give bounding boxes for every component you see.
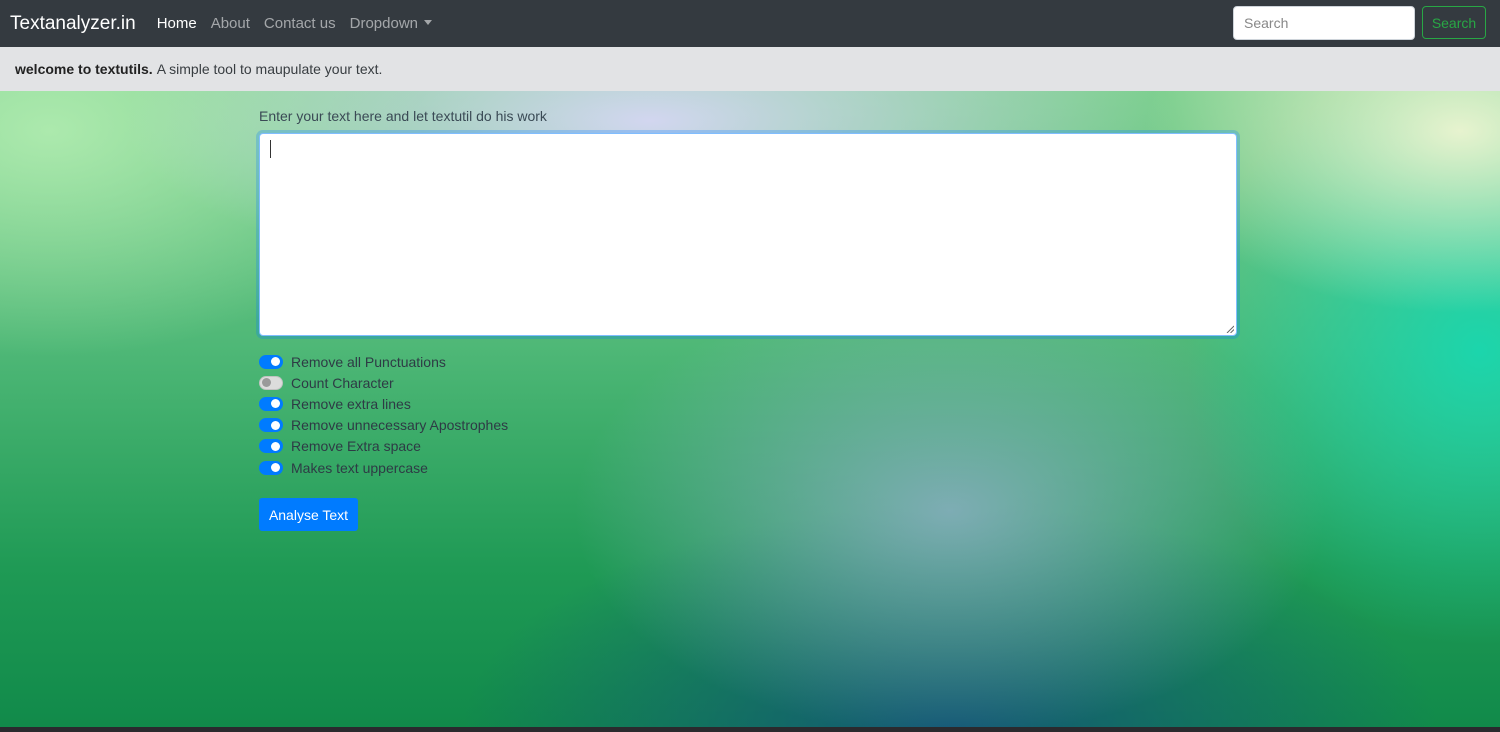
switch-label: Makes text uppercase: [291, 459, 428, 476]
switch-label: Remove all Punctuations: [291, 353, 446, 370]
text-cursor: [270, 140, 271, 158]
switch-count-character[interactable]: Count Character: [259, 372, 508, 393]
taskbar-strip: [0, 727, 1500, 732]
brand-link[interactable]: Textanalyzer.in: [10, 13, 136, 35]
resize-grip-icon[interactable]: [1226, 325, 1234, 333]
nav-link-contact[interactable]: Contact us: [264, 15, 336, 32]
switch-remove-extra-lines[interactable]: Remove extra lines: [259, 393, 508, 414]
text-input-area[interactable]: [259, 133, 1237, 336]
toggle-icon[interactable]: [259, 439, 283, 454]
analyse-text-button[interactable]: Analyse Text: [259, 498, 358, 531]
switch-uppercase[interactable]: Makes text uppercase: [259, 457, 508, 478]
switch-remove-punctuations[interactable]: Remove all Punctuations: [259, 351, 508, 372]
toggle-icon[interactable]: [259, 354, 283, 369]
caret-down-icon: [424, 20, 432, 25]
option-switches: Remove all Punctuations Count Character …: [259, 351, 508, 478]
switch-label: Remove extra lines: [291, 395, 411, 412]
search-button[interactable]: Search: [1422, 6, 1486, 39]
nav-dropdown-toggle[interactable]: Dropdown: [350, 15, 432, 32]
textarea-label: Enter your text here and let textutil do…: [259, 108, 547, 124]
switch-remove-extra-space[interactable]: Remove Extra space: [259, 436, 508, 457]
navbar: Textanalyzer.in Home About Contact us Dr…: [0, 0, 1500, 47]
nav-dropdown-label: Dropdown: [349, 15, 418, 32]
alert-strong-text: welcome to textutils.: [15, 61, 153, 77]
nav-link-about[interactable]: About: [211, 15, 250, 32]
switch-label: Count Character: [291, 374, 394, 391]
welcome-alert: welcome to textutils. A simple tool to m…: [0, 47, 1500, 91]
toggle-icon[interactable]: [259, 460, 283, 475]
alert-text: A simple tool to maupulate your text.: [156, 61, 383, 77]
toggle-icon[interactable]: [259, 418, 283, 433]
nav-link-home[interactable]: Home: [157, 15, 197, 32]
switch-label: Remove Extra space: [291, 438, 421, 455]
search-input[interactable]: [1233, 6, 1415, 40]
toggle-icon[interactable]: [259, 375, 283, 390]
toggle-icon[interactable]: [259, 396, 283, 411]
switch-label: Remove unnecessary Apostrophes: [291, 417, 509, 434]
switch-remove-apostrophes[interactable]: Remove unnecessary Apostrophes: [259, 415, 508, 436]
